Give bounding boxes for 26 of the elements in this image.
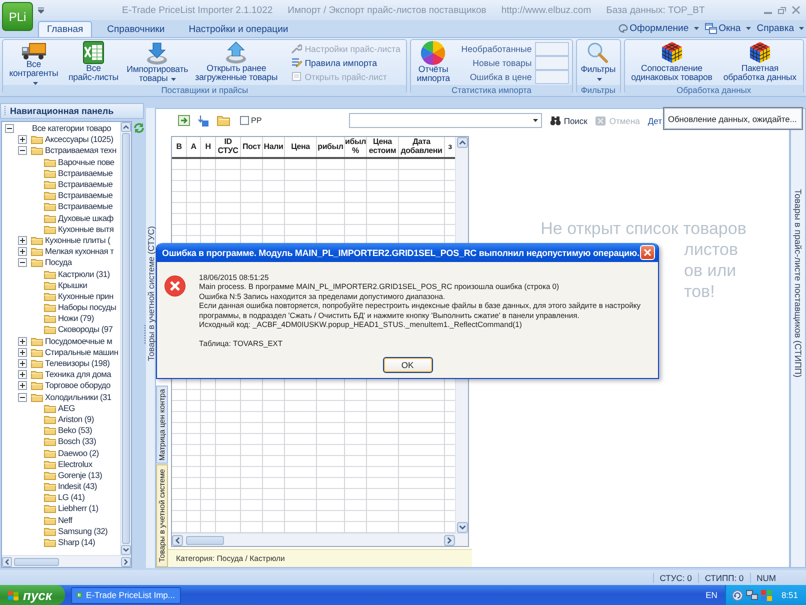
clock: 8:51 — [781, 590, 798, 600]
stat-label: Новые товары — [472, 58, 532, 68]
checkbox-label: PP — [251, 116, 262, 125]
database-label: База данных: TOP_BT — [606, 4, 705, 16]
app-title: E-Trade PriceList Importer 2.1.1022 — [122, 4, 273, 16]
empty-list-message: Не открыт список товаров — [540, 219, 746, 238]
group-label: Поставщики и прайсы — [3, 85, 406, 96]
stat-label: Ошибка в цене — [470, 72, 532, 82]
panel-caption: Товары в учетной системе (СТУС) — [146, 226, 154, 361]
empty-list-message: ов или — [684, 261, 736, 280]
panel-title: Навигационная панель — [10, 106, 114, 116]
window-subtitle: Импорт / Экспорт прайс-листов поставщиков — [288, 4, 486, 16]
group-label: Фильтры — [576, 85, 620, 96]
status-text: СТИПП: 0 — [698, 572, 750, 582]
app-logo: PLi — [2, 2, 33, 31]
panel-caption: Товары в прайс-листе поставщиков (СТИПП) — [793, 189, 803, 380]
status-text: СТУС: 0 — [652, 572, 698, 582]
website-url: http://www.elbuz.com — [501, 4, 592, 16]
empty-list-message: листов — [684, 240, 738, 259]
stat-label: Необработанные — [461, 44, 532, 54]
dialog-title: Ошибка в программе. Модуль MAIN_PL_IMPORTER2.GRID1SEL_POS_RC выполнил недопустимую операцию. — [162, 248, 640, 258]
group-label: Статистика импорта — [411, 85, 572, 96]
tooltip-text: Обновление данных, ожидайте... — [668, 114, 797, 124]
group-label: Обработка данных — [624, 85, 803, 96]
empty-list-message: тов! — [684, 282, 715, 301]
status-text: NUM — [750, 572, 782, 582]
